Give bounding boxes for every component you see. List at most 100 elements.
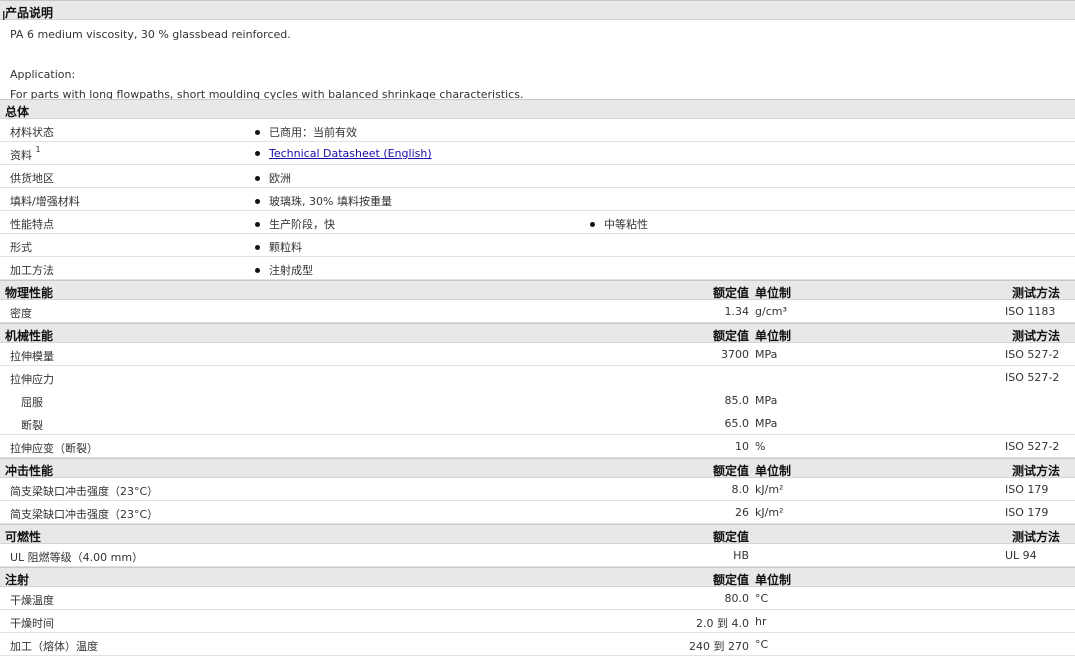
property-value: 2.0 到 4.0 <box>696 617 749 630</box>
section-title: 机械性能 <box>5 329 54 343</box>
property-row: UL 阻燃等级（4.00 mm） HB UL 94 <box>0 544 1075 567</box>
datasheet-link[interactable]: Technical Datasheet (English) <box>269 147 432 160</box>
property-row: 拉伸模量 3700 MPa ISO 527-2 <box>0 343 1075 366</box>
property-row: 加工方法 注射成型 <box>0 257 1075 280</box>
header-method: 测试方法 <box>1011 464 1060 478</box>
property-label: 简支梁缺口冲击强度（23°C） <box>10 508 159 521</box>
property-label: 简支梁缺口冲击强度（23°C） <box>10 485 159 498</box>
bullet-icon <box>255 244 260 250</box>
property-label: 干燥时间 <box>10 617 54 630</box>
property-label: 资料 <box>10 149 32 162</box>
property-value: 3700 <box>721 348 749 361</box>
property-label: 供货地区 <box>10 172 54 185</box>
property-value: 中等粘性 <box>604 218 648 231</box>
property-row: 性能特点 生产阶段，快 中等粘性 <box>0 211 1075 234</box>
property-value: 85.0 <box>724 394 750 407</box>
property-label: 材料状态 <box>10 126 54 139</box>
property-row: 拉伸应力 ISO 527-2 <box>0 366 1075 389</box>
header-unit: 单位制 <box>755 286 792 300</box>
section-title: 冲击性能 <box>5 464 54 478</box>
header-nominal: 额定值 <box>712 329 749 343</box>
property-label: 加工方法 <box>10 264 54 277</box>
property-label: 断裂 <box>21 419 43 432</box>
property-row: 密度 1.34 g/cm³ ISO 1183 <box>0 300 1075 323</box>
header-nominal: 额定值 <box>712 573 749 587</box>
section-title: 可燃性 <box>5 530 42 544</box>
test-method: ISO 179 <box>1005 506 1049 519</box>
header-method: 测试方法 <box>1011 329 1060 343</box>
property-value: 1.34 <box>724 305 750 318</box>
property-row: 简支梁缺口冲击强度（23°C） 8.0 kJ/m² ISO 179 <box>0 478 1075 501</box>
section-flammability: 可燃性 额定值 测试方法 <box>0 524 1075 544</box>
test-method: ISO 179 <box>1005 483 1049 496</box>
property-row: 加工（熔体）温度 240 到 270 °C <box>0 633 1075 656</box>
section-title: 产品说明 <box>5 6 54 20</box>
property-label: 屈服 <box>21 396 43 409</box>
property-value: 8.0 <box>731 483 750 496</box>
property-unit: °C <box>755 592 769 605</box>
section-title: 物理性能 <box>5 286 54 300</box>
section-mechanical: 机械性能 额定值 单位制 测试方法 <box>0 323 1075 343</box>
description-line: PA 6 medium viscosity, 30 % glassbead re… <box>10 28 291 41</box>
property-label: 填料/增强材料 <box>10 195 80 208</box>
property-value: HB <box>733 549 749 562</box>
bullet-icon <box>255 175 260 181</box>
property-row: 简支梁缺口冲击强度（23°C） 26 kJ/m² ISO 179 <box>0 501 1075 524</box>
property-value: 26 <box>735 506 749 519</box>
property-row: 形式 颗粒料 <box>0 234 1075 257</box>
property-label: 加工（熔体）温度 <box>10 640 98 653</box>
bullet-icon <box>590 221 595 227</box>
property-unit: MPa <box>755 394 778 407</box>
property-unit: kJ/m² <box>755 483 784 496</box>
property-value: 生产阶段，快 <box>269 218 335 231</box>
property-row: 屈服 85.0 MPa <box>0 389 1075 412</box>
property-row: 材料状态 已商用：当前有效 <box>0 119 1075 142</box>
property-value: 80.0 <box>724 592 750 605</box>
property-value: 65.0 <box>724 417 750 430</box>
header-nominal: 额定值 <box>712 286 749 300</box>
property-value: 已商用：当前有效 <box>269 126 357 139</box>
section-general: 总体 <box>0 99 1075 119</box>
property-value: 注射成型 <box>269 264 313 277</box>
header-unit: 单位制 <box>755 329 792 343</box>
bullet-icon <box>255 198 260 204</box>
property-label: 形式 <box>10 241 32 254</box>
property-row: 干燥温度 80.0 °C <box>0 587 1075 610</box>
property-unit: % <box>755 440 766 453</box>
property-unit: kJ/m² <box>755 506 784 519</box>
property-label: 拉伸应力 <box>10 373 54 386</box>
test-method: ISO 527-2 <box>1005 371 1060 384</box>
property-row: 干燥时间 2.0 到 4.0 hr <box>0 610 1075 633</box>
section-title: 总体 <box>5 105 30 119</box>
description-line: Application: <box>10 68 76 81</box>
property-label: UL 阻燃等级（4.00 mm） <box>10 551 144 564</box>
test-method: UL 94 <box>1005 549 1037 562</box>
section-impact: 冲击性能 额定值 单位制 测试方法 <box>0 458 1075 478</box>
section-injection: 注射 额定值 单位制 <box>0 567 1075 587</box>
property-unit: g/cm³ <box>755 305 787 318</box>
header-nominal: 额定值 <box>712 530 749 544</box>
property-value: 240 到 270 <box>689 640 749 653</box>
section-physical: 物理性能 额定值 单位制 测试方法 <box>0 280 1075 300</box>
property-label: 性能特点 <box>10 218 54 231</box>
section-title: 注射 <box>5 573 30 587</box>
property-row: 填料/增强材料 玻璃珠, 30% 填料按重量 <box>0 188 1075 211</box>
property-unit: MPa <box>755 348 778 361</box>
property-label: 拉伸应变（断裂） <box>10 442 98 455</box>
section-product-description: I 产品说明 <box>0 0 1075 23</box>
property-value: 颗粒料 <box>269 241 302 254</box>
property-row: 供货地区 欧洲 <box>0 165 1075 188</box>
property-unit: hr <box>755 615 767 628</box>
property-unit: MPa <box>755 417 778 430</box>
property-label: 拉伸模量 <box>10 350 54 363</box>
property-row: 拉伸应变（断裂） 10 % ISO 527-2 <box>0 435 1075 458</box>
header-method: 测试方法 <box>1011 530 1060 544</box>
property-row: 资料 1 Technical Datasheet (English) <box>0 142 1075 165</box>
bullet-icon <box>255 150 260 156</box>
bullet-icon <box>255 129 260 135</box>
property-label: 密度 <box>10 307 32 320</box>
property-unit: °C <box>755 638 769 651</box>
bullet-icon <box>255 267 260 273</box>
property-label: 干燥温度 <box>10 594 54 607</box>
property-value: 玻璃珠, 30% 填料按重量 <box>269 195 392 208</box>
